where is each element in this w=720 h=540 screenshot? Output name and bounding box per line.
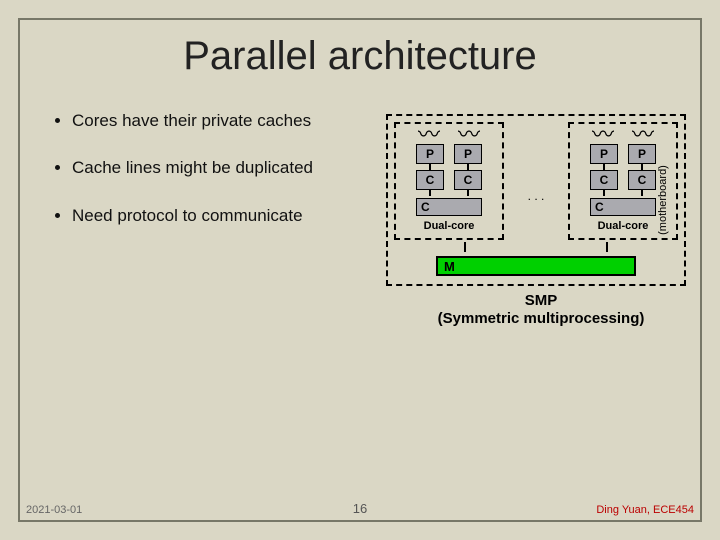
l2-cache-box: C: [590, 198, 656, 216]
squiggle-icon: 〰: [418, 128, 440, 142]
processor-box: P: [590, 144, 618, 164]
chips-row: 〰 〰 P P C C C D: [394, 122, 678, 240]
bullet-item: Need protocol to communicate: [72, 205, 374, 226]
processor-box: P: [628, 144, 656, 164]
l1-cache-box: C: [416, 170, 444, 190]
squiggle-icon: 〰: [592, 128, 614, 142]
motherboard-box: (motherboard) 〰 〰 P P C: [386, 114, 686, 286]
connector: [641, 190, 643, 196]
processor-box: P: [416, 144, 444, 164]
connector: [429, 190, 431, 196]
footer-author: Ding Yuan, ECE454: [596, 504, 694, 516]
smp-caption: SMP (Symmetric multiprocessing): [386, 292, 696, 328]
l1-cache-box: C: [628, 170, 656, 190]
squiggle-icon: 〰: [632, 128, 654, 142]
slide-title: Parallel architecture: [20, 20, 700, 87]
l2-cache-box: C: [416, 198, 482, 216]
architecture-diagram: (motherboard) 〰 〰 P P C: [386, 114, 696, 328]
connector: [606, 242, 608, 252]
ellipsis: . . .: [526, 189, 547, 203]
footer-date: 2021-03-01: [26, 504, 82, 516]
bullet-item: Cache lines might be duplicated: [72, 157, 374, 178]
smp-line2: (Symmetric multiprocessing): [438, 310, 645, 327]
bullet-item: Cores have their private caches: [72, 110, 374, 131]
connector: [603, 190, 605, 196]
memory-box: M: [436, 256, 636, 276]
footer-page-number: 16: [353, 501, 367, 516]
slide-content: Cores have their private caches Cache li…: [30, 110, 690, 470]
bullet-list: Cores have their private caches Cache li…: [54, 110, 374, 252]
squiggle-icon: 〰: [458, 128, 480, 142]
connector: [464, 242, 466, 252]
chip-left: 〰 〰 P P C C C D: [394, 122, 504, 240]
processor-box: P: [454, 144, 482, 164]
motherboard-label: (motherboard): [657, 165, 669, 235]
connector: [467, 190, 469, 196]
slide-frame: Parallel architecture Cores have their p…: [18, 18, 702, 522]
l1-cache-box: C: [454, 170, 482, 190]
bus-connectors: [394, 242, 678, 252]
chip-label: Dual-core: [424, 220, 475, 232]
chip-label: Dual-core: [598, 220, 649, 232]
l1-cache-box: C: [590, 170, 618, 190]
smp-line1: SMP: [525, 292, 558, 309]
